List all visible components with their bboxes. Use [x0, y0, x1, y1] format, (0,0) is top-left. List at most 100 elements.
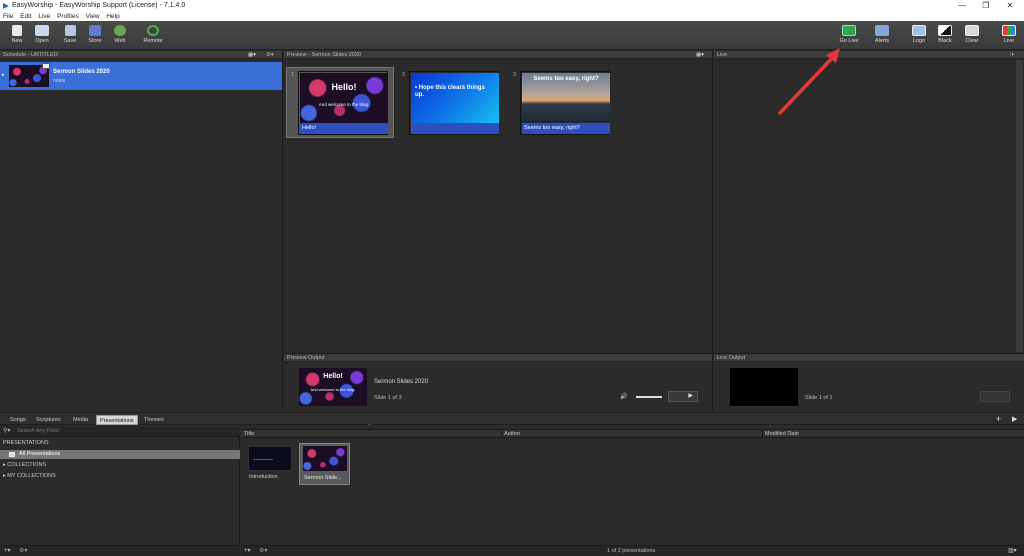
preview-output-header: Preview Output: [284, 354, 712, 362]
tree-my-collections-label: MY COLLECTIONS: [7, 473, 56, 479]
tab-songs[interactable]: Songs: [7, 415, 29, 425]
column-author[interactable]: Author: [504, 431, 520, 437]
slide-1-heading: Hello!: [331, 82, 357, 92]
black-screen-icon: [938, 25, 952, 36]
slide-2[interactable]: • Hope this clears things up.: [409, 71, 499, 135]
schedule-title: Schedule - UNTITLED: [3, 52, 58, 58]
sermon-slides-label: Sermon Slide...: [304, 475, 342, 481]
volume-slider[interactable]: [636, 396, 662, 398]
close-button[interactable]: ✕: [998, 0, 1022, 12]
tab-themes[interactable]: Themes: [141, 415, 167, 425]
tree-my-collections[interactable]: ▸ MY COLLECTIONS: [3, 473, 56, 479]
live-header: Live ⫶▾: [714, 51, 1024, 59]
live-panel: Live ⫶▾: [714, 51, 1024, 353]
next-slide-button[interactable]: ▶: [668, 391, 698, 402]
live-scrollbar[interactable]: [1016, 60, 1023, 352]
tree-collections[interactable]: ▸ COLLECTIONS: [3, 462, 46, 468]
clear-button[interactable]: Clear: [961, 25, 983, 49]
content-add-icon[interactable]: +▾: [244, 547, 251, 554]
column-title[interactable]: Title: [244, 431, 254, 437]
schedule-item[interactable]: ▸ Sermon Slides 2020 notes: [0, 62, 282, 90]
grid-view-icon[interactable]: ▦▾: [248, 51, 256, 59]
live-button[interactable]: Live: [998, 25, 1020, 49]
save-label: Save: [63, 38, 77, 44]
sermon-slides-thumbnail: [303, 446, 347, 471]
sidebar-footer: +▾ ⚙▾: [0, 545, 240, 556]
alerts-label: Alerts: [874, 38, 890, 44]
schedule-item-subtitle: notes: [53, 78, 66, 84]
menu-file[interactable]: File: [3, 13, 13, 20]
library-sidebar: ⚲▾ Search Any Field PRESENTATIONS All Pr…: [0, 426, 240, 556]
live-title: Live: [717, 52, 728, 58]
web-label: Web: [114, 38, 126, 44]
schedule-header: Schedule - UNTITLED ▦▾ ⚙▾: [0, 51, 282, 59]
store-button[interactable]: Store: [84, 25, 106, 49]
tab-scriptures[interactable]: Scriptures: [33, 415, 64, 425]
live-output-nav-button[interactable]: [980, 391, 1010, 402]
menu-edit[interactable]: Edit: [20, 13, 31, 20]
store-label: Store: [88, 38, 102, 44]
live-output-panel: Live Output Slide 1 of 1: [714, 353, 1024, 411]
preview-output-title: Sermon Slides 2020: [374, 379, 429, 385]
sort-chevron-icon[interactable]: ⌃: [367, 423, 372, 430]
column-modified-date[interactable]: Modified Date: [765, 431, 799, 437]
restore-button[interactable]: ❐: [974, 0, 998, 12]
preview-grid-icon[interactable]: ▦▾: [696, 51, 704, 59]
tree-presentations[interactable]: PRESENTATIONS: [3, 440, 49, 446]
tab-presentations[interactable]: Presentations: [96, 415, 138, 425]
slide-2-image: • Hope this clears things up.: [411, 73, 499, 123]
slide-1-subtext: And welcome to the blog.: [318, 102, 370, 107]
volume-icon[interactable]: 🔊: [620, 393, 627, 400]
live-options-icon[interactable]: ⫶▾: [1010, 51, 1014, 59]
slide-2-text: • Hope this clears things up.: [415, 85, 485, 98]
column-header-row: Title Author Modified Date: [241, 429, 1024, 438]
alerts-button[interactable]: Alerts: [871, 25, 893, 49]
remote-button[interactable]: Remote: [141, 25, 165, 49]
search-bar[interactable]: ⚲▾ Search Any Field: [0, 426, 240, 437]
slide-1[interactable]: Hello! And welcome to the blog. Hello!: [298, 71, 388, 135]
presentation-item-sermon-slides[interactable]: Sermon Slide...: [299, 443, 350, 485]
black-button[interactable]: Black: [934, 25, 956, 49]
save-button[interactable]: Save: [59, 25, 81, 49]
tab-media[interactable]: Media: [70, 415, 91, 425]
slide-3-number: 3: [513, 72, 517, 78]
content-gear-icon[interactable]: ⚙▾: [259, 547, 267, 554]
globe-icon: [114, 25, 126, 36]
web-button[interactable]: Web: [109, 25, 131, 49]
slide-3-text: Seems too easy, right?: [533, 76, 599, 82]
new-button[interactable]: New: [6, 25, 28, 49]
menu-bar: File Edit Live Profiles View Help: [0, 12, 1024, 21]
new-label: New: [11, 38, 23, 44]
library-content: Title Author Modified Date ⌃ Introductio…: [241, 423, 1024, 556]
expand-icon[interactable]: ▶: [1012, 415, 1017, 423]
settings-gear-icon[interactable]: ⚙▾: [266, 51, 274, 59]
slide-3[interactable]: Seems too easy, right? Seems too easy, r…: [520, 71, 610, 135]
menu-help[interactable]: Help: [106, 13, 119, 20]
presentation-item-introduction[interactable]: Introduction: [246, 444, 294, 484]
tree-all-presentations[interactable]: All Presentations: [0, 450, 240, 459]
status-text: 1 of 2 presentations: [607, 548, 656, 554]
search-input[interactable]: Search Any Field: [17, 428, 59, 434]
open-button[interactable]: Open: [31, 25, 53, 49]
sidebar-gear-icon[interactable]: ⚙▾: [19, 547, 27, 554]
column-divider-2: [762, 430, 763, 438]
slide-1-number: 1: [291, 72, 295, 78]
slide-3-image: Seems too easy, right?: [522, 73, 610, 123]
preview-header: Preview - Sermon Slides 2020 ▦▾: [284, 51, 712, 59]
menu-live[interactable]: Live: [38, 13, 50, 20]
folder-icon: [35, 25, 49, 36]
toolbar: New Open Save Store Web Remote Go Live A…: [0, 21, 1024, 50]
minimize-button[interactable]: —: [950, 0, 974, 12]
sidebar-add-icon[interactable]: +▾: [4, 547, 11, 554]
schedule-panel: Schedule - UNTITLED ▦▾ ⚙▾: [0, 51, 283, 411]
live-output-thumbnail: [730, 368, 798, 406]
remote-label: Remote: [143, 38, 163, 44]
view-mode-icon[interactable]: ▥▾: [1008, 547, 1017, 554]
save-icon: [64, 25, 76, 36]
go-live-icon: [842, 25, 856, 36]
logo-button[interactable]: Logo: [908, 25, 930, 49]
add-icon[interactable]: +: [996, 414, 1001, 424]
menu-profiles[interactable]: Profiles: [57, 13, 79, 20]
menu-view[interactable]: View: [86, 13, 100, 20]
expand-arrow-icon[interactable]: ▸: [2, 72, 5, 78]
